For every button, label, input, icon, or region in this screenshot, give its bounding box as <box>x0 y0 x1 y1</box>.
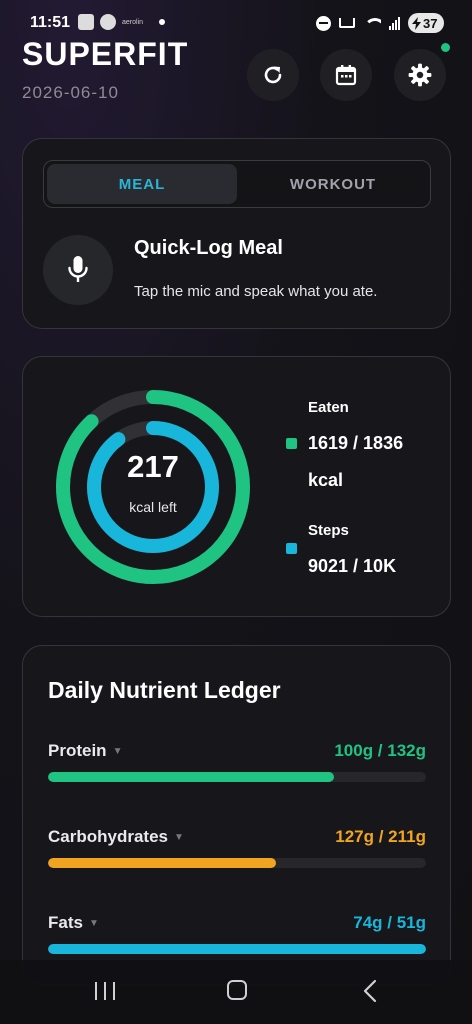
quick-log-subtitle: Tap the mic and speak what you ate. <box>134 283 378 300</box>
mic-button[interactable] <box>43 235 113 305</box>
steps-legend-swatch <box>286 543 297 554</box>
caret-down-icon: ▼ <box>112 746 123 757</box>
nutrient-progress-track <box>48 944 426 954</box>
nutrient-progress-fill <box>48 772 335 782</box>
daily-progress-card: 217 kcal left Eaten 1619 / 1836 kcal Ste… <box>22 356 451 617</box>
calendar-icon <box>335 65 357 86</box>
nutrient-ledger-card: Daily Nutrient Ledger Protein ▼ 100g / 13… <box>22 645 451 985</box>
eaten-value: 1619 / 1836 <box>308 433 404 453</box>
quick-log-title: Quick-Log Meal <box>134 237 283 259</box>
steps-value: 9021 / 10K <box>308 556 397 576</box>
caret-down-icon: ▼ <box>173 832 184 843</box>
log-type-tabs: MEAL WORKOUT <box>43 160 431 208</box>
nutrient-progress-track <box>48 772 426 782</box>
caret-down-icon: ▼ <box>88 918 99 929</box>
status-notification-icons: aerolin <box>78 14 166 30</box>
wifi-icon <box>363 16 381 30</box>
status-system-icons: 37 <box>316 13 444 33</box>
nutrient-amount: 74g / 51g <box>353 913 426 932</box>
signal-icon <box>389 16 400 30</box>
system-navigation-bar <box>0 960 472 1024</box>
nutrient-progress-fill <box>48 944 426 954</box>
gear-icon <box>408 63 432 87</box>
do-not-disturb-icon <box>316 15 331 31</box>
more-notifications-dot <box>159 19 166 25</box>
battery-indicator: 37 <box>408 13 444 33</box>
quick-log-card: MEAL WORKOUT Quick-Log Meal Tap the mic … <box>22 138 451 329</box>
progress-rings <box>56 390 250 584</box>
eaten-legend-swatch <box>286 438 297 449</box>
settings-button[interactable] <box>394 49 446 101</box>
steps-ring <box>87 421 219 553</box>
current-date[interactable]: 2026-06-10 <box>22 83 119 103</box>
microphone-icon <box>68 256 88 282</box>
eaten-label: Eaten <box>308 399 349 416</box>
calories-left-label: kcal left <box>129 499 177 515</box>
nutrient-amount: 127g / 211g <box>335 827 426 846</box>
back-button[interactable] <box>362 979 378 1003</box>
settings-notification-dot <box>441 43 450 52</box>
nutrient-name: Carbohydrates ▼ <box>48 827 184 846</box>
ledger-title: Daily Nutrient Ledger <box>48 677 281 703</box>
chat-notification-icon <box>100 14 116 30</box>
sleep-mode-icon <box>339 18 355 28</box>
nutrient-progress-track <box>48 858 426 868</box>
nutrient-name: Protein ▼ <box>48 741 123 760</box>
eaten-unit: kcal <box>308 470 344 490</box>
steps-label: Steps <box>308 522 349 539</box>
app-notification-icon <box>78 14 94 30</box>
recent-apps-button[interactable] <box>95 982 115 1000</box>
refresh-button[interactable] <box>247 49 299 101</box>
tab-meal[interactable]: MEAL <box>47 164 237 204</box>
calories-left-value: 217 <box>127 449 179 484</box>
app-tiny-label: aerolin <box>122 18 144 26</box>
home-button[interactable] <box>227 980 247 1000</box>
calendar-button[interactable] <box>320 49 372 101</box>
tab-workout[interactable]: WORKOUT <box>237 164 429 204</box>
nutrient-name: Fats ▼ <box>48 913 99 932</box>
nutrient-progress-fill <box>48 858 276 868</box>
refresh-icon <box>264 66 282 84</box>
charging-bolt-icon <box>412 16 421 30</box>
battery-level: 37 <box>423 15 438 31</box>
status-time: 11:51 <box>30 14 71 31</box>
app-title: SUPERFIT <box>22 36 189 72</box>
nutrient-amount: 100g / 132g <box>334 741 426 760</box>
